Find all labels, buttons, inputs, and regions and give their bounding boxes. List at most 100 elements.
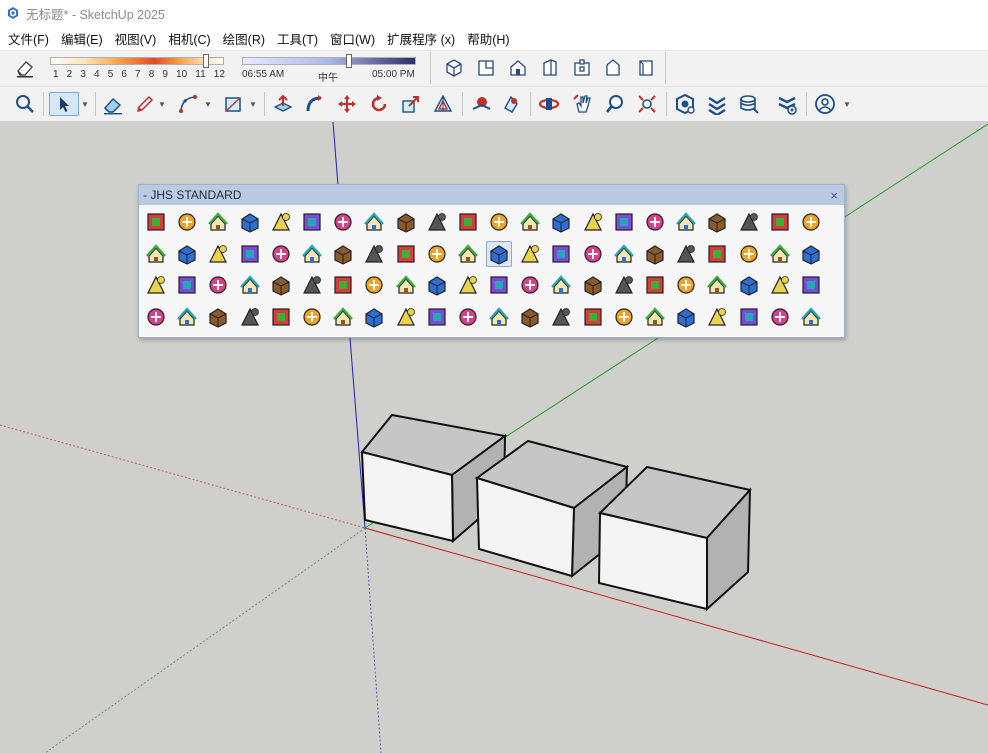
jhs-tool-icon[interactable] bbox=[455, 241, 481, 267]
top-view-icon[interactable] bbox=[475, 57, 497, 79]
look-around-icon[interactable] bbox=[498, 92, 524, 116]
jhs-tool-icon[interactable] bbox=[580, 209, 606, 235]
jhs-tool-icon[interactable] bbox=[424, 304, 450, 330]
jhs-tool-icon[interactable] bbox=[611, 209, 637, 235]
jhs-tool-icon[interactable] bbox=[174, 272, 200, 298]
jhs-tool-icon[interactable] bbox=[361, 272, 387, 298]
jhs-tool-icon[interactable] bbox=[299, 241, 325, 267]
jhs-tool-icon[interactable] bbox=[642, 209, 668, 235]
jhs-standard-toolbar[interactable]: - JHS STANDARD × bbox=[138, 184, 845, 338]
jhs-tool-icon[interactable] bbox=[174, 209, 200, 235]
jhs-tool-icon[interactable] bbox=[361, 241, 387, 267]
rectangle-icon[interactable] bbox=[220, 92, 246, 116]
menu-help[interactable]: 帮助(H) bbox=[461, 29, 515, 48]
zoom-extents-icon[interactable] bbox=[634, 92, 660, 116]
iso-view-icon[interactable] bbox=[443, 57, 465, 79]
menu-draw[interactable]: 绘图(R) bbox=[217, 29, 271, 48]
jhs-tool-icon[interactable] bbox=[205, 209, 231, 235]
back-view-icon[interactable] bbox=[571, 57, 593, 79]
right-view-icon[interactable] bbox=[539, 57, 561, 79]
jhs-tool-icon[interactable] bbox=[393, 272, 419, 298]
rotate-icon[interactable] bbox=[366, 92, 392, 116]
follow-me-icon[interactable] bbox=[302, 92, 328, 116]
jhs-tool-icon[interactable] bbox=[767, 304, 793, 330]
jhs-tool-icon[interactable] bbox=[642, 272, 668, 298]
jhs-tool-icon[interactable] bbox=[798, 241, 824, 267]
trimble-connect-icon[interactable] bbox=[672, 92, 698, 116]
jhs-tool-icon[interactable] bbox=[673, 241, 699, 267]
search-icon[interactable] bbox=[12, 92, 38, 116]
jhs-tool-icon[interactable] bbox=[548, 304, 574, 330]
eraser-icon[interactable] bbox=[100, 92, 126, 116]
jhs-tool-icon[interactable] bbox=[143, 241, 169, 267]
select-dropdown[interactable]: ▼ bbox=[79, 92, 91, 116]
arc-icon[interactable] bbox=[175, 92, 201, 116]
jhs-tool-icon[interactable] bbox=[517, 304, 543, 330]
jhs-tool-icon[interactable] bbox=[424, 209, 450, 235]
jhs-tool-icon[interactable] bbox=[611, 241, 637, 267]
jhs-tool-icon[interactable] bbox=[611, 304, 637, 330]
jhs-tool-icon[interactable] bbox=[237, 241, 263, 267]
jhs-title-bar[interactable]: - JHS STANDARD × bbox=[139, 185, 844, 205]
zoom-icon[interactable] bbox=[602, 92, 628, 116]
orbit-icon[interactable] bbox=[536, 92, 562, 116]
jhs-tool-icon[interactable] bbox=[393, 209, 419, 235]
layers-icon[interactable] bbox=[704, 92, 730, 116]
arc-dropdown[interactable]: ▼ bbox=[202, 92, 214, 116]
pan-icon[interactable] bbox=[570, 92, 596, 116]
menu-extensions[interactable]: 扩展程序 (x) bbox=[381, 29, 461, 48]
jhs-tool-icon[interactable] bbox=[736, 241, 762, 267]
jhs-tool-icon[interactable] bbox=[517, 272, 543, 298]
jhs-tool-icon[interactable] bbox=[330, 272, 356, 298]
jhs-tool-icon[interactable] bbox=[673, 304, 699, 330]
jhs-tool-icon[interactable] bbox=[736, 209, 762, 235]
front-view-icon[interactable] bbox=[507, 57, 529, 79]
pencil-icon[interactable] bbox=[132, 92, 158, 116]
time-slider[interactable] bbox=[242, 57, 416, 65]
close-icon[interactable]: × bbox=[830, 188, 838, 203]
jhs-tool-icon[interactable] bbox=[548, 272, 574, 298]
jhs-tool-icon[interactable] bbox=[767, 272, 793, 298]
account-icon[interactable] bbox=[812, 92, 838, 116]
scale-icon[interactable] bbox=[398, 92, 424, 116]
menu-tools[interactable]: 工具(T) bbox=[271, 29, 324, 48]
jhs-tool-icon[interactable] bbox=[704, 241, 730, 267]
jhs-tool-icon[interactable] bbox=[486, 304, 512, 330]
stack-icon[interactable] bbox=[736, 92, 762, 116]
jhs-tool-icon[interactable] bbox=[268, 241, 294, 267]
jhs-tool-icon[interactable] bbox=[424, 272, 450, 298]
jhs-tool-icon[interactable] bbox=[143, 304, 169, 330]
jhs-tool-icon[interactable] bbox=[455, 304, 481, 330]
jhs-tool-icon[interactable] bbox=[548, 209, 574, 235]
account-dropdown[interactable]: ▼ bbox=[840, 92, 854, 116]
jhs-tool-icon[interactable] bbox=[767, 209, 793, 235]
jhs-tool-icon[interactable] bbox=[642, 241, 668, 267]
jhs-tool-icon[interactable] bbox=[205, 272, 231, 298]
bottom-view-icon[interactable] bbox=[635, 57, 657, 79]
menu-edit[interactable]: 编辑(E) bbox=[55, 29, 109, 48]
jhs-tool-icon[interactable] bbox=[205, 241, 231, 267]
jhs-tool-icon[interactable] bbox=[268, 209, 294, 235]
jhs-tool-icon[interactable] bbox=[143, 209, 169, 235]
jhs-tool-icon[interactable] bbox=[393, 241, 419, 267]
jhs-tool-icon[interactable] bbox=[424, 241, 450, 267]
jhs-tool-icon[interactable] bbox=[237, 209, 263, 235]
jhs-tool-icon[interactable] bbox=[517, 241, 543, 267]
jhs-tool-icon[interactable] bbox=[580, 272, 606, 298]
jhs-tool-icon[interactable] bbox=[455, 272, 481, 298]
move-icon[interactable] bbox=[334, 92, 360, 116]
jhs-tool-icon[interactable] bbox=[580, 304, 606, 330]
jhs-tool-icon[interactable] bbox=[143, 272, 169, 298]
extension-warehouse-icon[interactable] bbox=[774, 92, 800, 116]
position-camera-icon[interactable] bbox=[468, 92, 494, 116]
menu-file[interactable]: 文件(F) bbox=[2, 29, 55, 48]
jhs-tool-icon[interactable] bbox=[704, 209, 730, 235]
jhs-tool-icon[interactable] bbox=[268, 272, 294, 298]
pencil-dropdown[interactable]: ▼ bbox=[156, 92, 168, 116]
menu-window[interactable]: 窗口(W) bbox=[324, 29, 381, 48]
jhs-tool-icon[interactable] bbox=[393, 304, 419, 330]
jhs-tool-icon[interactable] bbox=[580, 241, 606, 267]
jhs-tool-icon[interactable] bbox=[704, 272, 730, 298]
jhs-tool-icon[interactable] bbox=[486, 209, 512, 235]
jhs-tool-icon[interactable] bbox=[237, 272, 263, 298]
